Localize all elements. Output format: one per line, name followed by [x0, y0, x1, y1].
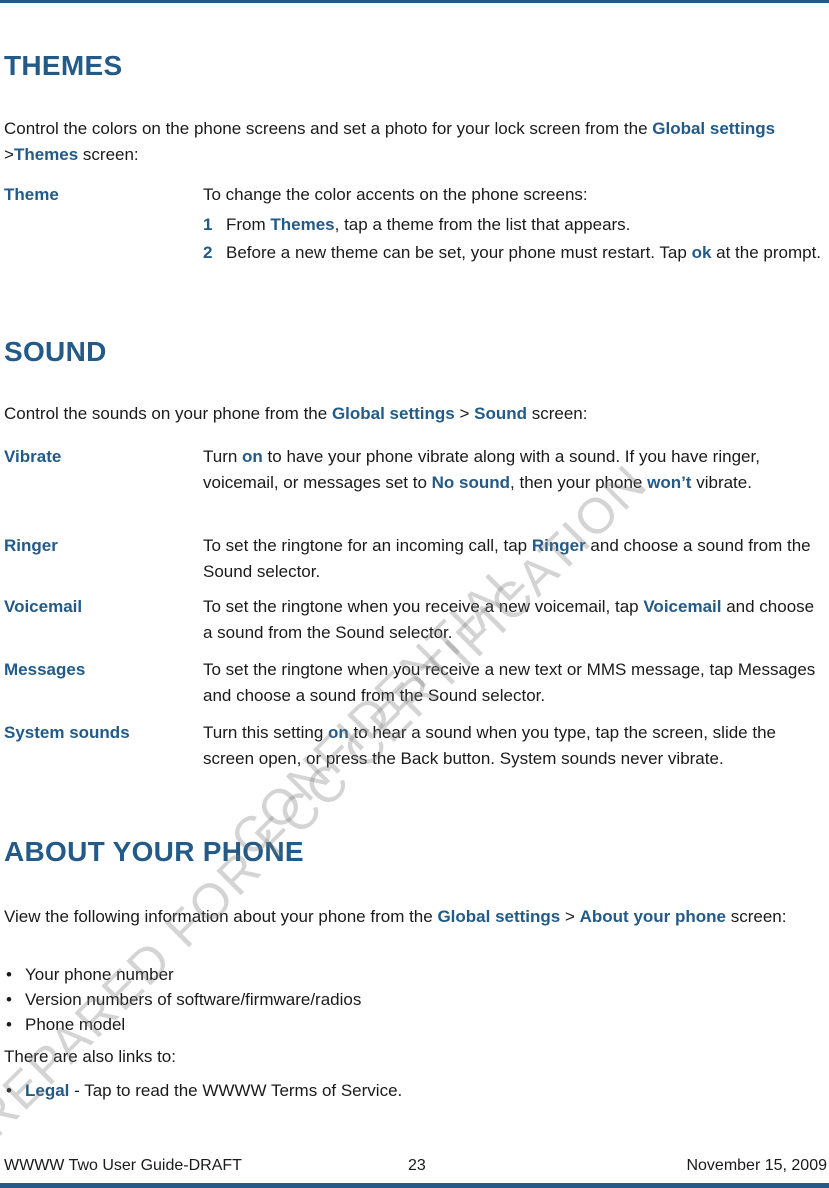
- intro-text: View the following information about you…: [4, 907, 438, 926]
- step-item: 1 From Themes, tap a theme from the list …: [203, 212, 823, 238]
- separator: >: [560, 907, 580, 926]
- steps-list: 1 From Themes, tap a theme from the list …: [203, 212, 823, 266]
- bullet-icon: •: [6, 1081, 12, 1100]
- desc-system-sounds: Turn this setting on to hear a sound whe…: [203, 720, 823, 772]
- step-text: Before a new theme can be set, your phon…: [226, 243, 692, 262]
- about-your-phone-link: About your phone: [579, 907, 726, 926]
- bullet-icon: •: [6, 965, 12, 984]
- step-text-end: at the prompt.: [711, 243, 822, 262]
- desc-text: To change the color accents on the phone…: [203, 185, 588, 204]
- desc-text: vibrate.: [691, 473, 752, 492]
- separator: >: [454, 404, 475, 423]
- about-intro: View the following information about you…: [4, 904, 824, 930]
- themes-link: Themes: [13, 145, 79, 164]
- about-info-list: • Your phone number • Version numbers of s…: [4, 962, 361, 1037]
- on-keyword: on: [242, 447, 263, 466]
- intro-text-end: screen:: [78, 145, 139, 164]
- term-vibrate: Vibrate: [4, 447, 62, 466]
- step-text-end: , tap a theme from the list that appears…: [334, 215, 631, 234]
- desc-text: To set the ringtone when you receive a n…: [203, 597, 644, 616]
- desc-text: To set the ringtone for an incoming call…: [203, 536, 532, 555]
- list-item-text: Version numbers of software/firmware/rad…: [25, 990, 362, 1009]
- no-sound-keyword: No sound: [431, 473, 511, 492]
- intro-text-end: screen:: [726, 907, 787, 926]
- step-text: From: [226, 215, 271, 234]
- section-heading-about: ABOUT YOUR PHONE: [4, 836, 304, 867]
- legal-link: Legal: [25, 1081, 70, 1100]
- links-list: • Legal - Tap to read the WWWW Terms of S…: [4, 1078, 402, 1103]
- links-intro: There are also links to:: [4, 1047, 176, 1066]
- step-number: 2: [203, 243, 213, 262]
- footer-rule: [0, 1183, 829, 1188]
- sound-intro: Control the sounds on your phone from th…: [4, 401, 824, 427]
- list-item: • Phone model: [4, 1012, 361, 1037]
- step-link: ok: [691, 243, 712, 262]
- intro-text-end: screen:: [527, 404, 588, 423]
- global-settings-link: Global settings: [331, 404, 455, 423]
- list-item-text: Phone model: [25, 1015, 126, 1034]
- intro-text: Control the sounds on your phone from th…: [4, 404, 332, 423]
- on-keyword: on: [328, 723, 349, 742]
- desc-text: Turn: [203, 447, 243, 466]
- themes-intro: Control the colors on the phone screens …: [4, 116, 824, 168]
- desc-voicemail: To set the ringtone when you receive a n…: [203, 594, 823, 646]
- step-number: 1: [203, 215, 213, 234]
- section-heading-themes: THEMES: [4, 50, 123, 81]
- list-item-text: - Tap to read the WWWW Terms of Service.: [69, 1081, 403, 1100]
- list-item: • Legal - Tap to read the WWWW Terms of S…: [4, 1078, 402, 1103]
- term-voicemail: Voicemail: [4, 597, 83, 616]
- ringer-keyword: Ringer: [531, 536, 586, 555]
- bullet-icon: •: [6, 990, 12, 1009]
- separator: >: [4, 145, 14, 164]
- desc-text: To set the ringtone when you receive a n…: [203, 660, 816, 705]
- term-system-sounds: System sounds: [4, 723, 130, 742]
- term-messages: Messages: [4, 660, 86, 679]
- bullet-icon: •: [6, 1015, 12, 1034]
- list-item: • Version numbers of software/firmware/ra…: [4, 987, 361, 1012]
- step-link: Themes: [270, 215, 335, 234]
- footer-page-number: 23: [408, 1157, 426, 1174]
- term-theme: Theme: [4, 185, 59, 204]
- intro-text: Control the colors on the phone screens …: [4, 119, 653, 138]
- section-heading-sound: SOUND: [4, 336, 107, 367]
- header-rule: [0, 0, 829, 3]
- desc-text: , then your phone: [510, 473, 648, 492]
- desc-theme: To change the color accents on the phone…: [203, 182, 823, 268]
- footer-document-title: WWWW Two User Guide-DRAFT: [4, 1157, 242, 1174]
- desc-ringer: To set the ringtone for an incoming call…: [203, 533, 823, 585]
- desc-messages: To set the ringtone when you receive a n…: [203, 657, 823, 709]
- term-ringer: Ringer: [4, 536, 58, 555]
- step-item: 2 Before a new theme can be set, your pho…: [203, 240, 823, 266]
- wont-keyword: won’t: [647, 473, 692, 492]
- desc-text: Turn this setting: [203, 723, 329, 742]
- footer-date: November 15, 2009: [686, 1157, 827, 1174]
- list-item: • Your phone number: [4, 962, 361, 987]
- sound-link: Sound: [474, 404, 527, 423]
- global-settings-link: Global settings: [437, 907, 561, 926]
- list-item-text: Your phone number: [25, 965, 174, 984]
- global-settings-link: Global settings: [652, 119, 776, 138]
- desc-vibrate: Turn on to have your phone vibrate along…: [203, 444, 823, 496]
- voicemail-keyword: Voicemail: [643, 597, 722, 616]
